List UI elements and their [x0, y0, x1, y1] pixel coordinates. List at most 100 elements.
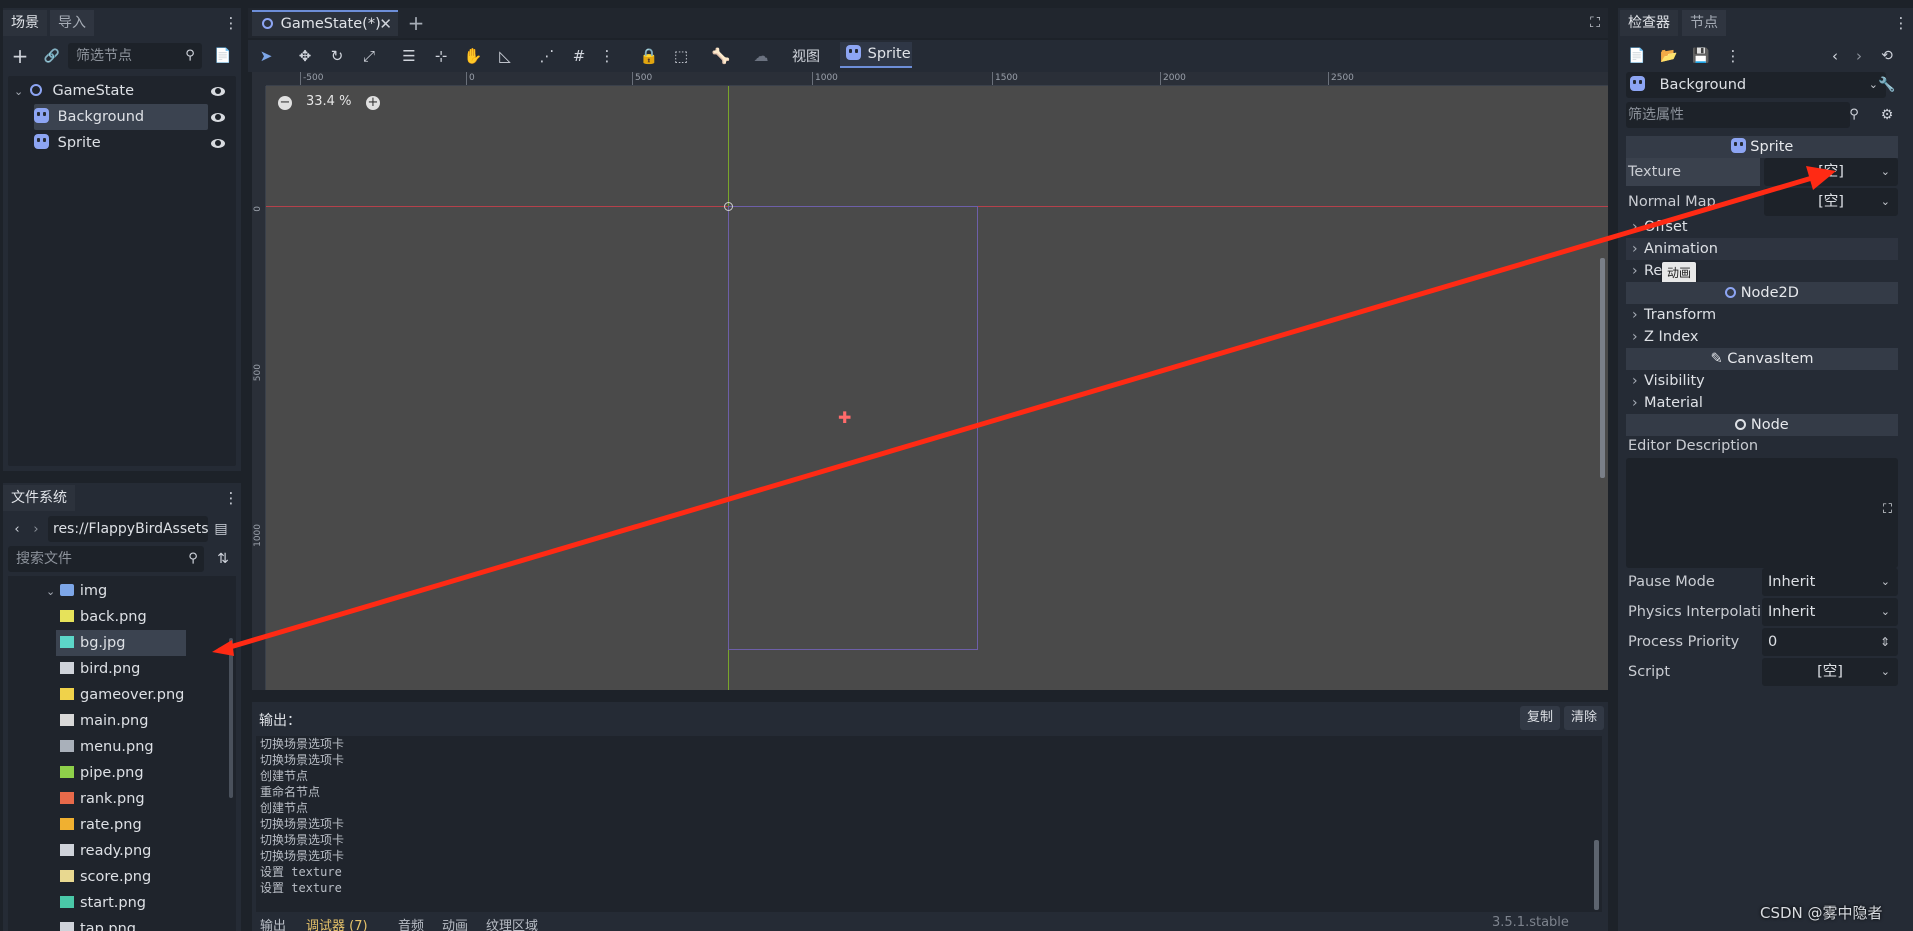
inspector-settings-icon[interactable]: ⚙ — [1878, 106, 1896, 124]
history-forward-icon[interactable]: › — [1852, 47, 1866, 65]
group-transform[interactable]: Transform — [1626, 304, 1898, 326]
search-files-input[interactable]: 搜索文件 — [8, 546, 204, 572]
editor-description-field[interactable]: ⛶ — [1626, 458, 1898, 568]
dock-menu-icon[interactable]: ⋮ — [1894, 14, 1909, 32]
new-tab-icon[interactable]: + — [406, 11, 426, 35]
sort-icon[interactable]: ⇅ — [214, 550, 232, 568]
folder-row[interactable]: ⌄ img — [46, 578, 107, 604]
file-item[interactable]: menu.png — [56, 734, 186, 760]
file-item[interactable]: pipe.png — [56, 760, 186, 786]
close-icon[interactable]: ✕ — [379, 12, 392, 36]
resource-menu-icon[interactable]: ⋮ — [1726, 47, 1741, 65]
tree-item-sprite[interactable]: Sprite — [8, 130, 236, 156]
file-item[interactable]: bird.png — [56, 656, 186, 682]
rotate-tool-icon[interactable]: ↻ — [328, 45, 346, 67]
move-tool-icon[interactable]: ✥ — [296, 45, 314, 67]
group-visibility[interactable]: Visibility — [1626, 370, 1898, 392]
zoom-in-icon[interactable]: + — [366, 96, 380, 110]
bottom-tab-animation[interactable]: 动画 — [442, 915, 468, 931]
pivot-icon[interactable]: ⊹ — [432, 45, 450, 67]
bottom-tab-texture-region[interactable]: 纹理区域 — [486, 915, 538, 931]
pause-mode-select[interactable]: Inherit ⌄ — [1762, 568, 1898, 596]
physics-interp-select[interactable]: Inherit ⌄ — [1762, 598, 1898, 626]
history-back-icon[interactable]: ‹ — [1828, 47, 1842, 65]
save-icon[interactable]: 💾 — [1692, 47, 1710, 65]
normal-map-field[interactable]: [空] ⌄ — [1764, 188, 1898, 216]
new-resource-icon[interactable]: 📄 — [1628, 47, 1646, 65]
group-zindex[interactable]: Z Index — [1626, 326, 1898, 348]
view-menu-button[interactable]: 视图 — [788, 45, 824, 67]
smart-snap-icon[interactable]: ⋰ — [538, 45, 556, 67]
file-item[interactable]: tap.png — [56, 916, 186, 931]
viewport-2d[interactable]: ✚ − 33.4 % + — [266, 86, 1608, 690]
fullscreen-icon[interactable]: ⛶ — [1586, 14, 1604, 32]
file-item[interactable]: rank.png — [56, 786, 186, 812]
script-field[interactable]: [空] ⌄ — [1762, 658, 1898, 686]
section-canvasitem[interactable]: ✎ CanvasItem — [1626, 348, 1898, 370]
link-icon[interactable]: 🔗 — [42, 46, 62, 66]
scene-script-icon[interactable]: 📄 — [214, 47, 232, 65]
lock-icon[interactable]: 🔒 — [640, 45, 659, 67]
clear-button[interactable]: 清除 — [1564, 706, 1604, 730]
split-view-icon[interactable]: ▤ — [212, 520, 230, 538]
copy-button[interactable]: 复制 — [1520, 706, 1560, 730]
group-material[interactable]: Material — [1626, 392, 1898, 414]
tree-item-background[interactable]: Background — [8, 104, 236, 130]
ruler-icon[interactable]: ◺ — [496, 45, 514, 67]
visibility-eye-icon[interactable] — [210, 135, 226, 151]
tree-item-gamestate[interactable]: ⌄ GameState — [8, 78, 236, 104]
file-item[interactable]: rate.png — [56, 812, 186, 838]
path-field[interactable]: res://FlappyBirdAssets — [48, 516, 209, 542]
texture-field[interactable]: [空] ⌄ — [1764, 158, 1898, 186]
history-icon[interactable]: ⟲ — [1878, 47, 1896, 65]
zoom-out-icon[interactable]: − — [278, 96, 292, 110]
section-sprite[interactable]: Sprite — [1626, 136, 1898, 158]
filter-properties-input[interactable]: 筛选属性 — [1626, 102, 1850, 128]
process-priority-spinbox[interactable]: 0 ⇕ — [1762, 628, 1898, 656]
list-select-icon[interactable]: ☰ — [400, 45, 418, 67]
open-folder-icon[interactable]: 📂 — [1660, 47, 1678, 65]
spin-arrows-icon[interactable]: ⇕ — [1880, 628, 1890, 656]
snap-options-icon[interactable]: ⋮ — [600, 45, 615, 67]
group-offset[interactable]: Offset — [1626, 216, 1898, 238]
file-item[interactable]: back.png — [56, 604, 186, 630]
back-arrow-icon[interactable]: ‹ — [10, 520, 24, 538]
grid-snap-icon[interactable]: # — [570, 45, 588, 67]
expand-icon[interactable]: ⛶ — [1883, 502, 1892, 517]
tab-gamestate[interactable]: GameState(*) ✕ — [252, 10, 398, 36]
section-node2d[interactable]: Node2D — [1626, 282, 1898, 304]
bottom-tab-debugger[interactable]: 调试器 (7) — [306, 915, 368, 931]
scale-tool-icon[interactable]: ⤢ — [360, 45, 378, 67]
group-animation[interactable]: Animation — [1626, 238, 1898, 260]
tab-import[interactable]: 导入 — [50, 10, 94, 36]
object-selector[interactable]: Background ⌄ — [1626, 72, 1886, 98]
file-item[interactable]: ready.png — [56, 838, 186, 864]
group-icon[interactable]: ⬚ — [672, 45, 690, 67]
cloud-icon[interactable]: ☁ — [752, 45, 770, 67]
visibility-eye-icon[interactable] — [210, 83, 226, 99]
dock-menu-icon[interactable]: ⋮ — [224, 489, 239, 507]
skeleton-bone-icon[interactable]: 🦴 — [712, 45, 731, 67]
file-item[interactable]: main.png — [56, 708, 186, 734]
bottom-tab-output[interactable]: 输出 — [260, 915, 286, 931]
forward-arrow-icon[interactable]: › — [29, 520, 43, 538]
file-item[interactable]: score.png — [56, 864, 186, 890]
file-scrollbar[interactable] — [229, 638, 233, 798]
viewport-scrollbar[interactable] — [1600, 258, 1605, 478]
bottom-tab-audio[interactable]: 音频 — [398, 915, 424, 931]
file-item[interactable]: gameover.png — [56, 682, 186, 708]
file-item[interactable]: bg.jpg — [56, 630, 186, 656]
file-item[interactable]: start.png — [56, 890, 186, 916]
tab-filesystem[interactable]: 文件系统 — [3, 485, 75, 511]
sprite-menu-button[interactable]: Sprite — [840, 42, 912, 68]
pan-hand-icon[interactable]: ✋ — [464, 45, 483, 67]
output-scrollbar[interactable] — [1594, 840, 1599, 910]
tab-node[interactable]: 节点 — [1682, 10, 1726, 36]
tab-inspector[interactable]: 检查器 — [1620, 10, 1678, 36]
zoom-level[interactable]: 33.4 % — [306, 94, 351, 109]
visibility-eye-icon[interactable] — [210, 109, 226, 125]
dock-menu-icon[interactable]: ⋮ — [224, 14, 239, 32]
select-tool-icon[interactable]: ➤ — [258, 45, 274, 67]
object-properties-icon[interactable]: 🔧 — [1878, 76, 1896, 94]
tab-scene[interactable]: 场景 — [3, 10, 47, 36]
